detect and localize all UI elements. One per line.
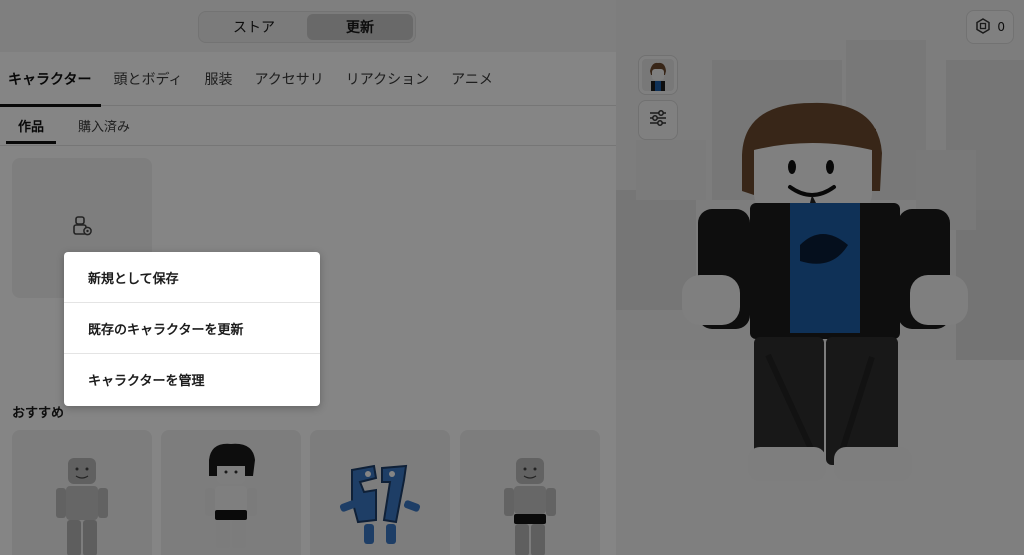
menu-save-as-new[interactable]: 新規として保存 <box>64 252 320 303</box>
menu-update-existing-character[interactable]: 既存のキャラクターを更新 <box>64 303 320 354</box>
menu-manage-characters[interactable]: キャラクターを管理 <box>64 354 320 405</box>
character-context-menu: 新規として保存 既存のキャラクターを更新 キャラクターを管理 <box>64 252 320 406</box>
